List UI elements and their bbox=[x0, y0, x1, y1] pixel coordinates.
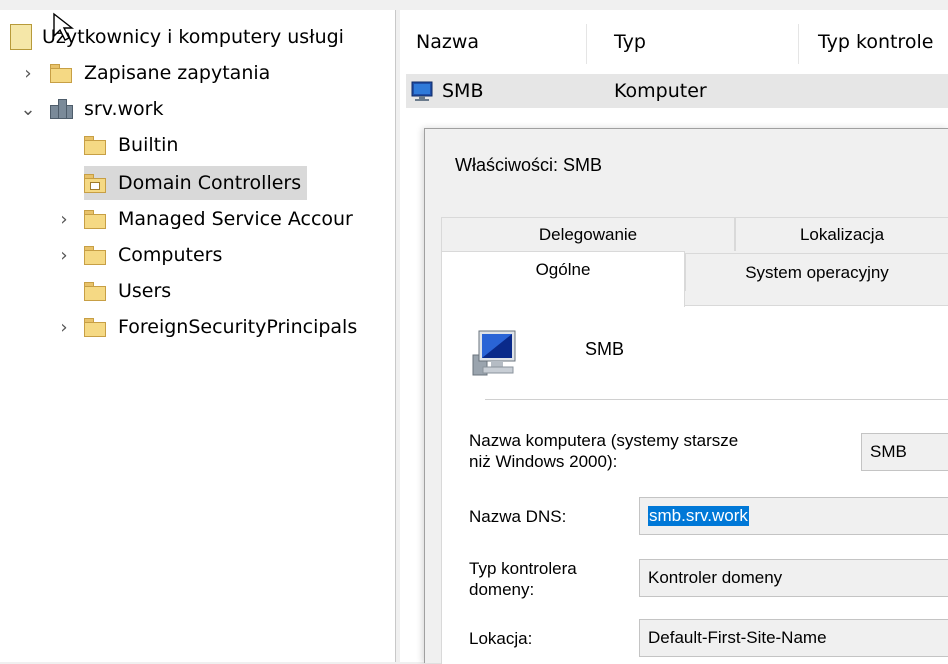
column-header-name[interactable]: Nazwa bbox=[416, 22, 479, 62]
dialog-title: Właściwości: SMB bbox=[455, 155, 603, 175]
dc-type-field[interactable]: Kontroler domeny bbox=[639, 559, 948, 597]
ou-folder-icon bbox=[84, 174, 106, 193]
console-tree[interactable]: Użytkownicy i komputery usługi › Zapisan… bbox=[0, 10, 396, 662]
row-name-cell[interactable]: SMB bbox=[410, 74, 484, 108]
tree-item-label: ForeignSecurityPrincipals bbox=[118, 316, 358, 338]
tree-item-label: Zapisane zapytania bbox=[84, 62, 271, 84]
tree-item-foreign-security-principals[interactable]: › ForeignSecurityPrincipals bbox=[54, 310, 357, 344]
folder-icon bbox=[84, 318, 106, 337]
tree-item-domain[interactable]: ⌄ srv.work bbox=[20, 92, 164, 126]
computer-icon bbox=[410, 80, 436, 102]
tree-item-saved-queries[interactable]: › Zapisane zapytania bbox=[24, 56, 270, 90]
tab-lokalizacja[interactable]: Lokalizacja bbox=[735, 217, 948, 251]
tab-ogolne[interactable]: Ogólne bbox=[441, 251, 685, 307]
row-type: Komputer bbox=[614, 80, 707, 102]
tab-delegowanie[interactable]: Delegowanie bbox=[441, 217, 735, 251]
divider bbox=[485, 399, 948, 400]
site-field[interactable]: Default-First-Site-Name bbox=[639, 619, 948, 657]
object-name: SMB bbox=[585, 339, 625, 359]
site-value: Default-First-Site-Name bbox=[648, 628, 827, 647]
dc-type-value: Kontroler domeny bbox=[648, 568, 783, 587]
tree-root[interactable]: Użytkownicy i komputery usługi bbox=[10, 20, 344, 54]
column-divider[interactable] bbox=[586, 24, 587, 64]
tree-item-computers[interactable]: › Computers bbox=[54, 238, 222, 272]
dns-name-value: smb.srv.work bbox=[648, 506, 749, 526]
chevron-down-icon[interactable]: ⌄ bbox=[20, 99, 36, 120]
computer-icon bbox=[472, 330, 516, 376]
chevron-right-icon[interactable]: › bbox=[56, 245, 72, 266]
dc-type-label-line2: domeny: bbox=[469, 580, 535, 599]
dns-name-label: Nazwa DNS: bbox=[469, 507, 567, 526]
netbios-label-line1: Nazwa komputera (systemy starsze bbox=[469, 431, 739, 450]
tree-item-builtin[interactable]: Builtin bbox=[84, 128, 178, 162]
snapin-icon bbox=[10, 24, 32, 50]
tree-item-label: Users bbox=[118, 280, 172, 302]
netbios-name-field[interactable]: SMB bbox=[861, 433, 948, 471]
folder-icon bbox=[84, 246, 106, 265]
folder-icon bbox=[50, 64, 72, 83]
row-name: SMB bbox=[442, 80, 484, 102]
dc-type-label-line1: Typ kontrolera bbox=[469, 559, 577, 578]
dns-name-field[interactable]: smb.srv.work bbox=[639, 497, 948, 535]
folder-icon bbox=[84, 136, 106, 155]
tree-item-domain-controllers[interactable]: Domain Controllers bbox=[84, 166, 308, 200]
top-bar bbox=[0, 0, 948, 10]
site-label: Lokacja: bbox=[469, 629, 533, 648]
folder-icon bbox=[84, 282, 106, 301]
column-header-dc-type[interactable]: Typ kontrole bbox=[818, 22, 933, 62]
folder-icon bbox=[84, 210, 106, 229]
tree-root-label: Użytkownicy i komputery usługi bbox=[42, 26, 344, 48]
properties-dialog[interactable]: Właściwości: SMB Delegowanie Lokalizacja… bbox=[424, 128, 948, 664]
tree-item-label: srv.work bbox=[84, 98, 164, 120]
tree-item-users[interactable]: Users bbox=[84, 274, 171, 308]
tree-item-label: Managed Service Accour bbox=[118, 208, 353, 230]
chevron-right-icon[interactable]: › bbox=[20, 63, 36, 84]
tree-item-label: Computers bbox=[118, 244, 223, 266]
tree-item-managed-service-accounts[interactable]: › Managed Service Accour bbox=[54, 202, 353, 236]
column-divider[interactable] bbox=[798, 24, 799, 64]
column-header-type[interactable]: Typ bbox=[614, 22, 646, 62]
domain-icon bbox=[50, 99, 73, 119]
tab-system-operacyjny[interactable]: System operacyjny bbox=[685, 253, 948, 291]
table-row[interactable]: SMB Komputer bbox=[406, 74, 948, 108]
netbios-name-value: SMB bbox=[870, 442, 907, 461]
netbios-label-line2: niż Windows 2000): bbox=[469, 452, 618, 471]
chevron-right-icon[interactable]: › bbox=[56, 209, 72, 230]
tree-item-label: Builtin bbox=[118, 134, 179, 156]
tree-item-label: Domain Controllers bbox=[118, 172, 302, 194]
chevron-right-icon[interactable]: › bbox=[56, 317, 72, 338]
